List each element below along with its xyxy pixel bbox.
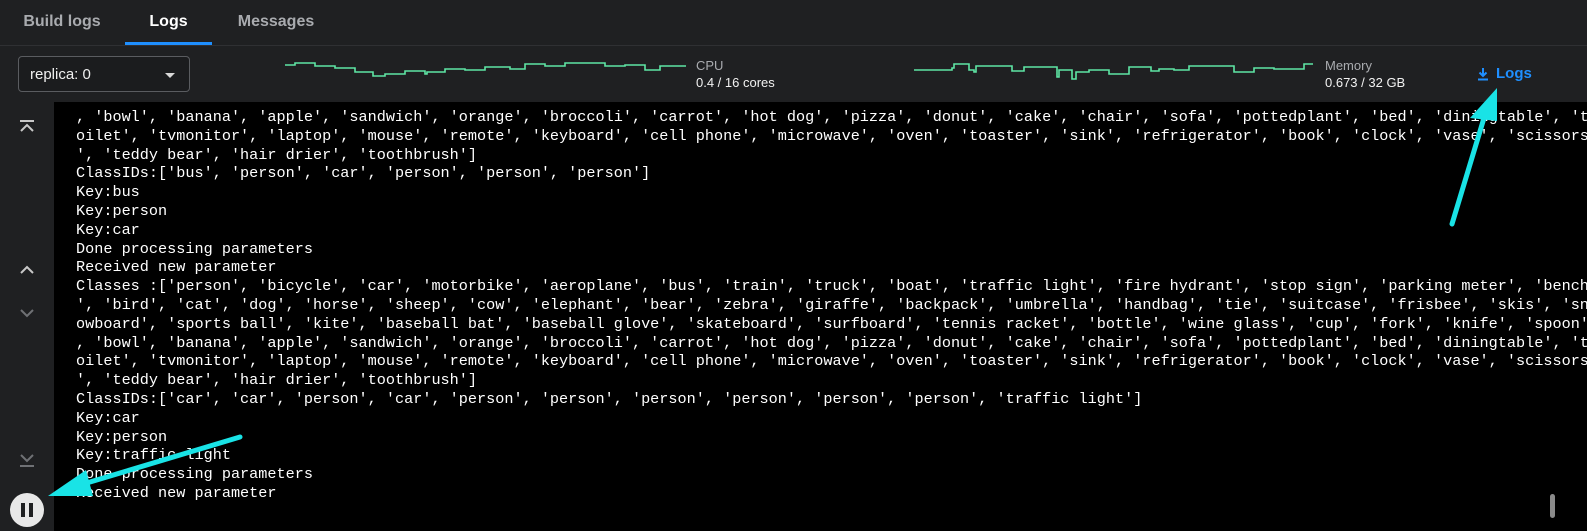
log-line: ClassIDs:['bus', 'person', 'car', 'perso… — [76, 164, 651, 183]
log-scrollbar[interactable] — [1550, 494, 1555, 518]
replica-select[interactable]: replica: 0 — [18, 56, 190, 92]
scroll-to-top-icon[interactable] — [14, 114, 40, 140]
log-line: Key:car — [76, 220, 140, 239]
memory-value: 0.673 / 32 GB — [1325, 75, 1406, 90]
log-line: , 'bowl', 'banana', 'apple', 'sandwich',… — [76, 333, 1587, 352]
logs-toolbar: replica: 0 CPU 0.4 / 16 cores Memory 0.6… — [0, 46, 1587, 102]
log-line: oilet', 'tvmonitor', 'laptop', 'mouse', … — [76, 352, 1587, 371]
log-line: ', 'teddy bear', 'hair drier', 'toothbru… — [76, 371, 478, 390]
next-match-icon[interactable] — [14, 300, 40, 326]
log-line: Key:person — [76, 427, 168, 446]
tab-messages[interactable]: Messages — [231, 0, 321, 45]
memory-sparkline — [914, 63, 1313, 80]
log-line: Key:traffic light — [76, 446, 231, 465]
download-logs-label: Logs — [1496, 65, 1532, 82]
tab-build-logs[interactable]: Build logs — [18, 0, 106, 45]
log-line: owboard', 'sports ball', 'kite', 'baseba… — [76, 314, 1587, 333]
log-line: Classes :['person', 'bicycle', 'car', 'm… — [76, 277, 1587, 296]
chevron-down-icon — [165, 73, 175, 78]
log-line: ', 'bird', 'cat', 'dog', 'horse', 'sheep… — [76, 295, 1587, 314]
log-line: Received new parameter — [76, 258, 277, 277]
cpu-sparkline — [285, 62, 686, 77]
log-line: Received new parameter — [76, 483, 277, 502]
memory-label: Memory — [1325, 58, 1372, 73]
log-line: Key:person — [76, 201, 168, 220]
tab-bar: Build logs Logs Messages — [0, 0, 1587, 46]
log-line: Key:bus — [76, 183, 140, 202]
log-line: Done processing parameters — [76, 239, 313, 258]
log-line: ClassIDs:['car', 'car', 'person', 'car',… — [76, 389, 1143, 408]
log-output[interactable]: , 'bowl', 'banana', 'apple', 'sandwich',… — [54, 102, 1587, 531]
log-lines: , 'bowl', 'banana', 'apple', 'sandwich',… — [76, 108, 1587, 503]
log-line: , 'bowl', 'banana', 'apple', 'sandwich',… — [76, 108, 1587, 126]
pause-button[interactable] — [10, 493, 44, 527]
cpu-label: CPU — [696, 58, 724, 73]
replica-select-value: replica: 0 — [30, 66, 91, 83]
log-navigation-rail — [0, 102, 54, 531]
log-line: Key:car — [76, 408, 140, 427]
log-line: oilet', 'tvmonitor', 'laptop', 'mouse', … — [76, 126, 1587, 145]
download-icon — [1478, 68, 1488, 81]
tab-logs[interactable]: Logs — [125, 0, 212, 45]
previous-match-icon[interactable] — [14, 257, 40, 283]
log-line: ', 'teddy bear', 'hair drier', 'toothbru… — [76, 145, 478, 164]
log-line: Done processing parameters — [76, 465, 313, 484]
scroll-to-bottom-icon[interactable] — [14, 446, 40, 472]
cpu-value: 0.4 / 16 cores — [696, 75, 775, 90]
